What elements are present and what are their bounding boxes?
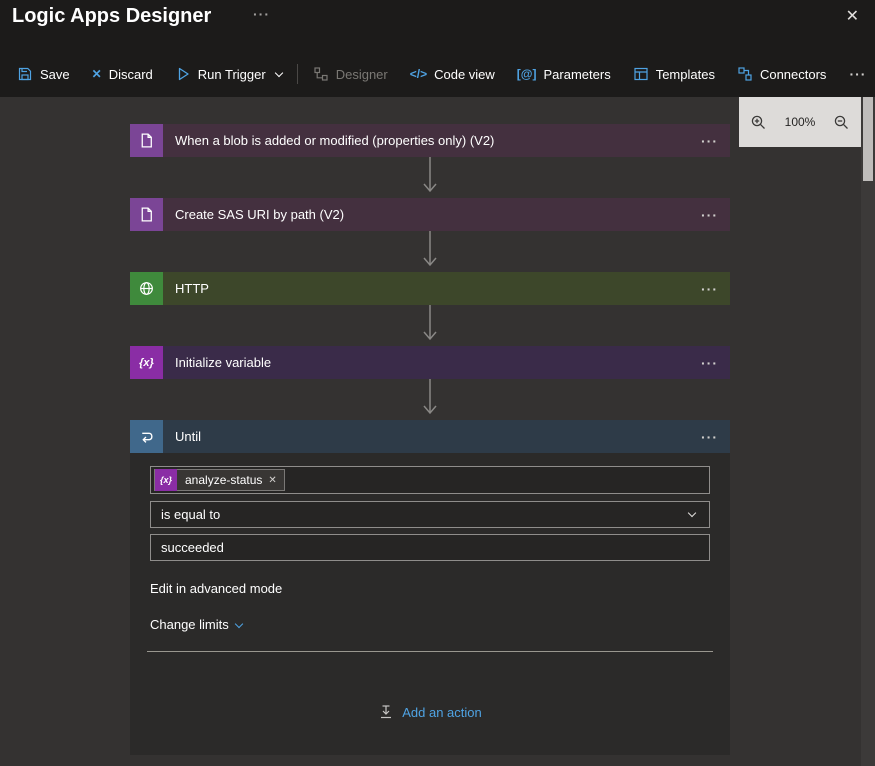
- add-action-label: Add an action: [402, 704, 482, 720]
- connectors-button[interactable]: Connectors: [726, 57, 837, 91]
- change-limits-toggle[interactable]: Change limits: [150, 617, 244, 632]
- condition-value-input[interactable]: [150, 534, 710, 561]
- add-action-icon: [381, 705, 392, 719]
- zoom-level: 100%: [784, 115, 816, 129]
- run-trigger-label: Run Trigger: [197, 66, 266, 82]
- discard-label: Discard: [108, 66, 153, 82]
- card-menu-button[interactable]: ···: [689, 124, 730, 157]
- save-button[interactable]: Save: [6, 57, 81, 91]
- discard-button[interactable]: ✕ Discard: [81, 57, 164, 91]
- parameters-label: Parameters: [543, 66, 611, 82]
- code-view-icon: </>: [409, 67, 428, 81]
- templates-icon: [634, 67, 648, 81]
- connector-arrow: [423, 305, 437, 341]
- page-title: Logic Apps Designer: [12, 5, 212, 27]
- templates-button[interactable]: Templates: [622, 57, 726, 91]
- workflow-card-blob-trigger[interactable]: When a blob is added or modified (proper…: [130, 124, 730, 157]
- http-globe-icon: [130, 272, 163, 305]
- canvas-scrollbar[interactable]: [861, 97, 875, 766]
- variable-glyph: {x}: [139, 356, 154, 369]
- card-menu-button[interactable]: ···: [689, 272, 730, 305]
- parameters-icon: [@]: [516, 67, 537, 81]
- zoom-panel: 100%: [739, 97, 861, 147]
- code-view-label: Code view: [434, 66, 495, 82]
- card-menu-button[interactable]: ···: [689, 198, 730, 231]
- card-title: When a blob is added or modified (proper…: [175, 133, 495, 148]
- card-header: When a blob is added or modified (proper…: [130, 124, 730, 157]
- zoom-in-button[interactable]: [748, 112, 769, 133]
- code-view-button[interactable]: </> Code view: [399, 57, 506, 91]
- card-title: HTTP: [175, 281, 209, 296]
- change-limits-label: Change limits: [150, 617, 229, 632]
- until-divider: [147, 651, 713, 652]
- card-header: {x} Initialize variable ···: [130, 346, 730, 379]
- zoom-in-icon: [751, 115, 765, 129]
- card-header: Create SAS URI by path (V2) ···: [130, 198, 730, 231]
- connectors-icon: [738, 67, 752, 81]
- remove-token-icon[interactable]: ✕: [268, 475, 283, 486]
- save-label: Save: [40, 66, 70, 82]
- condition-token-field[interactable]: {x} analyze-status ✕: [150, 466, 710, 494]
- analyze-status-token[interactable]: {x} analyze-status ✕: [154, 469, 285, 491]
- chevron-down-icon: [274, 68, 283, 77]
- run-trigger-button[interactable]: Run Trigger: [164, 57, 293, 91]
- add-action-button[interactable]: Add an action: [150, 704, 710, 720]
- blob-trigger-icon: [130, 124, 163, 157]
- close-icon[interactable]: ✕: [842, 4, 863, 28]
- variable-token-icon: {x}: [155, 469, 177, 491]
- variable-icon: {x}: [130, 346, 163, 379]
- operator-select[interactable]: is equal to: [150, 501, 710, 528]
- connector-arrow: [423, 379, 437, 415]
- card-menu-button[interactable]: ···: [689, 346, 730, 379]
- operator-value: is equal to: [161, 507, 221, 522]
- topbar: Logic Apps Designer ··· ✕ Save ✕ Discard…: [0, 0, 875, 97]
- zoom-out-button[interactable]: [831, 112, 852, 133]
- card-menu-button[interactable]: ···: [689, 420, 730, 453]
- workflow-card-until[interactable]: Until ··· {x} analyze-status ✕ is equal …: [130, 420, 730, 755]
- scrollbar-thumb[interactable]: [863, 97, 873, 181]
- until-loop-icon: [130, 420, 163, 453]
- save-icon: [18, 67, 32, 81]
- chevron-down-icon: [234, 619, 244, 628]
- card-header: HTTP ···: [130, 272, 730, 305]
- titlebar-more-button[interactable]: ···: [253, 6, 270, 22]
- parameters-button[interactable]: [@] Parameters: [506, 57, 622, 91]
- command-bar: Save ✕ Discard Run Trigger Designer </> …: [6, 57, 875, 91]
- connectors-label: Connectors: [759, 66, 827, 82]
- designer-icon: [314, 67, 328, 81]
- designer-label: Designer: [335, 66, 388, 82]
- workflow-card-create-sas-uri[interactable]: Create SAS URI by path (V2) ···: [130, 198, 730, 231]
- connector-arrow: [423, 231, 437, 267]
- workflow-card-initialize-variable[interactable]: {x} Initialize variable ···: [130, 346, 730, 379]
- connector-arrow: [423, 157, 437, 193]
- card-header: Until ···: [130, 420, 730, 453]
- toolbar-divider: [296, 64, 298, 84]
- token-label: analyze-status: [185, 473, 263, 487]
- until-body: {x} analyze-status ✕ is equal to Edit in…: [130, 453, 730, 755]
- toolbar-more-button[interactable]: ···: [837, 57, 875, 91]
- run-icon: [178, 67, 189, 81]
- designer-button[interactable]: Designer: [302, 57, 399, 91]
- edit-advanced-mode-link[interactable]: Edit in advanced mode: [150, 581, 282, 596]
- card-title: Until: [175, 429, 202, 444]
- chevron-down-icon: [687, 508, 697, 518]
- discard-icon: ✕: [91, 67, 102, 81]
- templates-label: Templates: [655, 66, 715, 82]
- workflow-card-http[interactable]: HTTP ···: [130, 272, 730, 305]
- blob-action-icon: [130, 198, 163, 231]
- card-title: Initialize variable: [175, 355, 272, 370]
- designer-canvas[interactable]: 100% When a blob is added or modified (p…: [0, 97, 875, 766]
- card-title: Create SAS URI by path (V2): [175, 207, 345, 222]
- zoom-out-icon: [834, 115, 848, 129]
